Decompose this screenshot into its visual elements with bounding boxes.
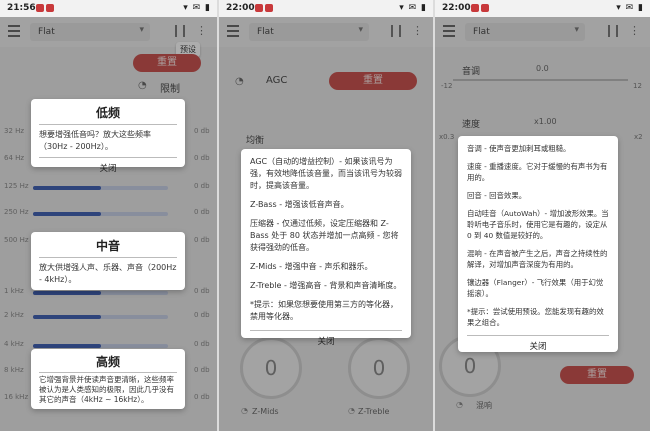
notification-icons: [255, 4, 275, 15]
help-paragraph: *提示：尝试使用预设。您能发现有趣的效果之组合。: [467, 307, 604, 327]
notification-icons: [471, 4, 491, 15]
card-body: 它增强背景并使读声音更清晰，这些频率被认为是人类感知的极限，因此几乎没有其它的声…: [39, 375, 174, 404]
status-bar: 22:00 ▾ ✉ ▮: [219, 0, 433, 17]
panel-pitch: 22:00 ▾ ✉ ▮ Flat ▾ ⋮ 音调 0.0 -12 12 速度 x1…: [435, 0, 650, 431]
panel-bands: 21:56 ▾ ✉ ▮ Flat ▾ ⋮ 预设 重置 ◔ 限制 32 Hz 0 d…: [0, 0, 217, 431]
card-body: AGC（自动的增益控制）- 如果该讯号为强，有效地降低该音量，而当该讯号为较弱时…: [250, 156, 402, 323]
screens: 21:56 ▾ ✉ ▮ Flat ▾ ⋮ 预设 重置 ◔ 限制 32 Hz 0 d…: [0, 0, 650, 431]
status-bar: 21:56 ▾ ✉ ▮: [0, 0, 217, 17]
system-icons: ▾ ✉ ▮: [399, 3, 427, 13]
card-body: 放大供增强人声、乐器、声音（200Hz - 4kHz）。: [39, 263, 177, 284]
effects-help-card: AGC（自动的增益控制）- 如果该讯号为强，有效地降低该音量，而当该讯号为较弱时…: [241, 149, 411, 347]
treble-help-card: 高频 它增强背景并使读声音更清晰，这些频率被认为是人类感知的极限，因此几乎没有其…: [31, 349, 185, 409]
panel-effects: 22:00 ▾ ✉ ▮ Flat ▾ ⋮ ◔ AGC 重置 均衡 0 0 Z-M…: [219, 0, 433, 431]
system-icons: ▾ ✉ ▮: [616, 3, 644, 13]
help-paragraph: 压缩器 - 仅通过低频，设定压缩器和 Z-Bass 处于 80 状态并增加一点高…: [250, 219, 399, 252]
pitch-help-card: 音调 - 使声音更加刺耳或粗糙。速度 - 重播速度。它对于缓慢的有声书为有用的。…: [458, 136, 618, 352]
help-paragraph: Z-Mids - 增强中音 - 声乐和器乐。: [250, 262, 373, 271]
help-paragraph: *提示：如果您想要使用第三方的等化器，禁用等化器。: [250, 300, 398, 321]
help-paragraph: 自动哇音（AutoWah）- 增加波形效果。当聆听电子音乐时，使用它是有趣的，设…: [467, 209, 609, 240]
card-body: 想要增强低音吗？放大这些频率（30Hz - 200Hz）。: [39, 130, 151, 151]
status-time: 22:00: [442, 3, 471, 13]
status-time: 22:00: [226, 3, 255, 13]
help-paragraph: 混响 - 在声音被产生之后，声音之持续性的解译，对增加声音深度为有用的。: [467, 249, 608, 269]
card-body: 音调 - 使声音更加刺耳或粗糙。速度 - 重播速度。它对于缓慢的有声书为有用的。…: [467, 143, 609, 328]
card-title: 高频: [95, 355, 120, 369]
help-paragraph: 音调 - 使声音更加刺耳或粗糙。: [467, 144, 571, 153]
mids-help-card: 中音 放大供增强人声、乐器、声音（200Hz - 4kHz）。: [31, 232, 185, 290]
help-paragraph: Z-Treble - 增强高音 - 背景和声音清晰度。: [250, 281, 402, 290]
system-icons: ▾ ✉ ▮: [183, 3, 211, 13]
bass-help-card: 低频 想要增强低音吗？放大这些频率（30Hz - 200Hz）。 关闭: [31, 99, 185, 174]
help-paragraph: 速度 - 重播速度。它对于缓慢的有声书为有用的。: [467, 162, 608, 182]
help-paragraph: 回音 - 回音效果。: [467, 191, 527, 200]
close-button[interactable]: 关闭: [39, 162, 177, 174]
help-paragraph: AGC（自动的增益控制）- 如果该讯号为强，有效地降低该音量，而当该讯号为较弱时…: [250, 157, 402, 190]
card-title: 低频: [95, 106, 120, 120]
status-time: 21:56: [7, 3, 36, 13]
notification-icons: [36, 4, 56, 15]
help-paragraph: 镶边器（Flanger）- 飞行效果（用于幻觉摇滚）。: [467, 278, 604, 298]
help-paragraph: Z-Bass - 增强该低音声音。: [250, 200, 349, 209]
close-button[interactable]: 关闭: [467, 340, 609, 352]
close-button[interactable]: 关闭: [250, 335, 402, 347]
status-bar: 22:00 ▾ ✉ ▮: [435, 0, 650, 17]
card-title: 中音: [95, 239, 120, 253]
